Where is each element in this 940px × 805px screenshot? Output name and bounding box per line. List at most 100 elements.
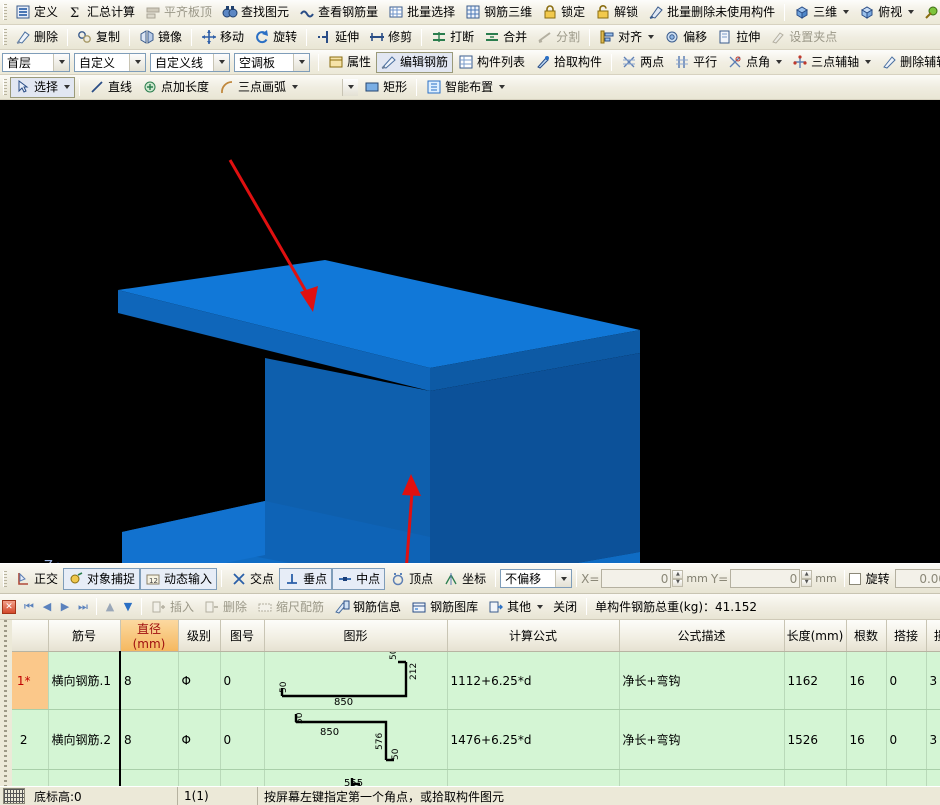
cell-count[interactable]: 16 xyxy=(846,652,886,710)
y-input-stepper[interactable]: ▲▼ xyxy=(801,570,812,587)
toolbar-grip[interactable] xyxy=(3,4,7,20)
cell-figure_no[interactable]: 0 xyxy=(220,770,264,787)
last-record-icon[interactable]: ⏭ xyxy=(74,598,92,616)
toolbar-button-延伸[interactable]: 延伸 xyxy=(311,27,364,48)
cell-shape-diagram[interactable]: 5085057650 xyxy=(264,710,447,770)
move-down-icon[interactable]: ▼ xyxy=(119,598,137,616)
toolbar-button-构件列表[interactable]: 构件列表 xyxy=(453,52,530,73)
table-row[interactable]: 2横向钢筋.28Φ050850576501476+6.25*d净长+弯钩1526… xyxy=(0,710,940,770)
snap-toggle-交点[interactable]: 交点 xyxy=(226,568,279,590)
column-header-loss[interactable]: 损耗 xyxy=(926,620,940,652)
toolbar-button-删除[interactable]: 删除 xyxy=(10,27,63,48)
cell-length[interactable]: 1162 xyxy=(784,652,846,710)
chevron-down-icon[interactable] xyxy=(129,54,145,71)
toolbar-button-修剪[interactable]: 修剪 xyxy=(364,27,417,48)
cell-loss[interactable]: 3 xyxy=(926,710,940,770)
rebar-button-关闭[interactable]: 关闭 xyxy=(548,596,582,617)
chevron-down-icon[interactable] xyxy=(865,60,871,64)
cell-bar_name[interactable]: 横向钢筋.2 xyxy=(48,710,120,770)
toolbar-button-编辑钢筋[interactable]: 编辑钢筋 xyxy=(376,52,453,73)
chevron-down-icon[interactable] xyxy=(648,35,654,39)
column-header-formula[interactable]: 计算公式 xyxy=(447,620,619,652)
toolbar-button-镜像[interactable]: 镜像 xyxy=(134,27,187,48)
column-header-count[interactable]: 根数 xyxy=(846,620,886,652)
cell-figure_no[interactable]: 0 xyxy=(220,710,264,770)
toolbar-grip[interactable] xyxy=(3,29,7,45)
toolbar-button-钢筋三维[interactable]: 钢筋三维 xyxy=(460,2,537,23)
toolbar-button-点加长度[interactable]: 点加长度 xyxy=(137,77,214,98)
toolbar-button-点角[interactable]: 点角 xyxy=(722,52,787,73)
cell-shape-diagram[interactable]: 5085021250 xyxy=(264,652,447,710)
move-up-icon[interactable]: ▲ xyxy=(101,598,119,616)
toolbar-button-偏移[interactable]: 偏移 xyxy=(659,27,712,48)
toolbar-button-查看钢筋量[interactable]: 查看钢筋量 xyxy=(294,2,383,23)
rebar-table[interactable]: 筋号直径(mm)级别图号图形计算公式公式描述长度(mm)根数搭接损耗 1*横向钢… xyxy=(0,620,940,786)
chevron-down-icon[interactable] xyxy=(342,79,358,96)
toolbar-button-三点画弧[interactable]: 三点画弧 xyxy=(214,77,303,98)
toolbar-grip[interactable] xyxy=(3,79,7,95)
cell-shape-diagram[interactable]: 55550 xyxy=(264,770,447,787)
toolbar-button-智能布置[interactable]: 智能布置 xyxy=(421,77,510,98)
chevron-down-icon[interactable] xyxy=(776,60,782,64)
status-toggle-对象捕捉[interactable]: 对象捕捉 xyxy=(63,568,140,590)
toolbar-button-旋转[interactable]: 旋转 xyxy=(249,27,302,48)
toolbar-button-三点辅轴[interactable]: 三点辅轴 xyxy=(787,52,876,73)
chevron-down-icon[interactable] xyxy=(213,54,229,71)
toolbar-button-拾取构件[interactable]: 拾取构件 xyxy=(530,52,607,73)
table-row[interactable]: 1*横向钢筋.18Φ050850212501112+6.25*d净长+弯钩116… xyxy=(0,652,940,710)
toolbar-button-锁定[interactable]: 锁定 xyxy=(537,2,590,23)
combo-component-select[interactable]: 空调板 xyxy=(234,53,310,72)
cell-figure_no[interactable]: 0 xyxy=(220,652,264,710)
first-record-icon[interactable]: ⏮ xyxy=(20,598,38,616)
combo-floor-select[interactable]: 首层 xyxy=(2,53,70,72)
cell-loss[interactable]: 3 xyxy=(926,770,940,787)
chevron-down-icon[interactable] xyxy=(53,54,69,71)
close-icon[interactable]: ✕ xyxy=(2,600,16,614)
toolbar-grip[interactable] xyxy=(3,571,7,587)
rebar-button-钢筋图库[interactable]: 钢筋图库 xyxy=(406,596,483,617)
toolbar-button-删除辅轴[interactable]: 删除辅轴 xyxy=(876,52,940,73)
chevron-down-icon[interactable] xyxy=(499,85,505,89)
toolbar-button-俯视[interactable]: 俯视 xyxy=(854,2,919,23)
cell-formula[interactable]: 6.25*d+1686 xyxy=(447,770,619,787)
cell-loss[interactable]: 3 xyxy=(926,652,940,710)
cell-formula_desc[interactable]: 弯钩+净长 xyxy=(619,770,784,787)
cell-formula_desc[interactable]: 净长+弯钩 xyxy=(619,710,784,770)
chevron-down-icon[interactable] xyxy=(292,85,298,89)
cell-formula_desc[interactable]: 净长+弯钩 xyxy=(619,652,784,710)
toolbar-button-复制[interactable]: 复制 xyxy=(72,27,125,48)
toolbar-button-合并[interactable]: 合并 xyxy=(479,27,532,48)
x-input[interactable]: 0 xyxy=(601,569,671,588)
toolbar-button-动态观察[interactable]: 动态观察 xyxy=(919,2,940,23)
cell-grade[interactable]: Φ xyxy=(178,770,220,787)
toolbar-button-两点[interactable]: 两点 xyxy=(616,52,669,73)
cell-diameter[interactable]: 8 xyxy=(120,710,178,770)
chevron-down-icon[interactable] xyxy=(908,10,914,14)
toolbar-button-对齐[interactable]: 对齐 xyxy=(594,27,659,48)
toolbar-button-属性[interactable]: 属性 xyxy=(323,52,376,73)
toolbar-button-批量选择[interactable]: 批量选择 xyxy=(383,2,460,23)
snap-toggle-坐标[interactable]: 坐标 xyxy=(438,568,491,590)
cell-bar_name[interactable]: 横向钢筋.1 xyxy=(48,652,120,710)
toolbar-button-三维[interactable]: 三维 xyxy=(789,2,854,23)
cell-formula[interactable]: 1112+6.25*d xyxy=(447,652,619,710)
column-header-bar_name[interactable]: 筋号 xyxy=(48,620,120,652)
chevron-down-icon[interactable] xyxy=(537,605,543,609)
rotate-input[interactable]: 0.000 xyxy=(895,569,940,588)
offset-mode-select[interactable]: 不偏移 xyxy=(500,569,572,588)
snap-toggle-垂点[interactable]: 垂点 xyxy=(279,568,332,590)
snap-toggle-顶点[interactable]: 顶点 xyxy=(385,568,438,590)
status-toggle-正交[interactable]: 正交 xyxy=(10,568,63,590)
toolbar-button-直线[interactable]: 直线 xyxy=(84,77,137,98)
status-toggle-动态输入[interactable]: 12动态输入 xyxy=(140,568,217,590)
toolbar-button-定义[interactable]: 定义 xyxy=(10,2,63,23)
cell-lap[interactable]: 0 xyxy=(886,652,926,710)
chevron-down-icon[interactable] xyxy=(843,10,849,14)
chevron-down-icon[interactable] xyxy=(64,85,70,89)
rotate-checkbox[interactable] xyxy=(849,573,861,585)
cell-length[interactable]: 1526 xyxy=(784,710,846,770)
x-input-stepper[interactable]: ▲▼ xyxy=(672,570,683,587)
cell-length[interactable]: 736 xyxy=(784,770,846,787)
toolbar-button-批量删除未使用构件[interactable]: 批量删除未使用构件 xyxy=(643,2,780,23)
cell-count[interactable]: 16 xyxy=(846,710,886,770)
